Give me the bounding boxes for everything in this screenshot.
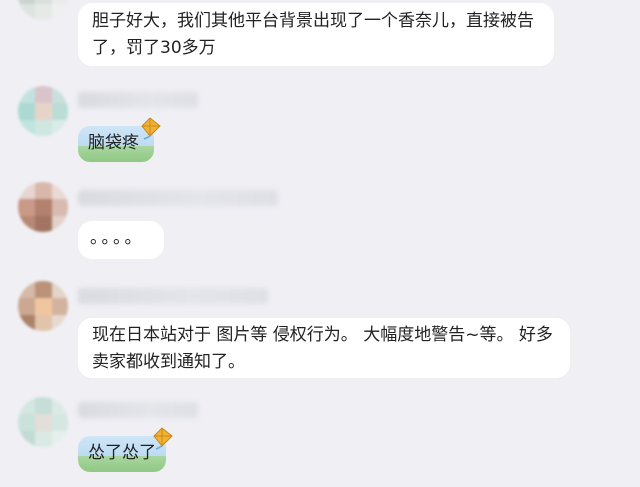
message-text: 胆子好大，我们其他平台背景出现了一个香奈儿，直接被告了，罚了30多万: [92, 11, 534, 58]
kite-icon: [153, 427, 173, 450]
message-text: 怂了怂了: [88, 443, 156, 463]
avatar[interactable]: [18, 0, 68, 20]
message-bubble[interactable]: 。。。。: [78, 221, 164, 259]
message-text: 脑袋疼: [88, 133, 139, 153]
sender-name: [78, 92, 198, 108]
avatar[interactable]: [18, 182, 68, 232]
chat-message-list[interactable]: 胆子好大，我们其他平台背景出现了一个香奈儿，直接被告了，罚了30多万 脑袋疼 。…: [0, 0, 640, 487]
message-text: 现在日本站对于 图片等 侵权行为。 大幅度地警告~等。 好多卖家都收到通知了。: [92, 325, 553, 372]
avatar[interactable]: [18, 397, 68, 447]
sender-name: [78, 288, 268, 304]
avatar[interactable]: [18, 281, 68, 331]
message-text: 。。。。: [90, 228, 145, 248]
message-bubble[interactable]: 现在日本站对于 图片等 侵权行为。 大幅度地警告~等。 好多卖家都收到通知了。: [78, 318, 570, 378]
avatar[interactable]: [18, 86, 68, 136]
sender-name: [78, 190, 278, 206]
sender-name: [78, 402, 198, 418]
kite-icon: [141, 117, 161, 140]
message-bubble[interactable]: 胆子好大，我们其他平台背景出现了一个香奈儿，直接被告了，罚了30多万: [78, 3, 554, 66]
